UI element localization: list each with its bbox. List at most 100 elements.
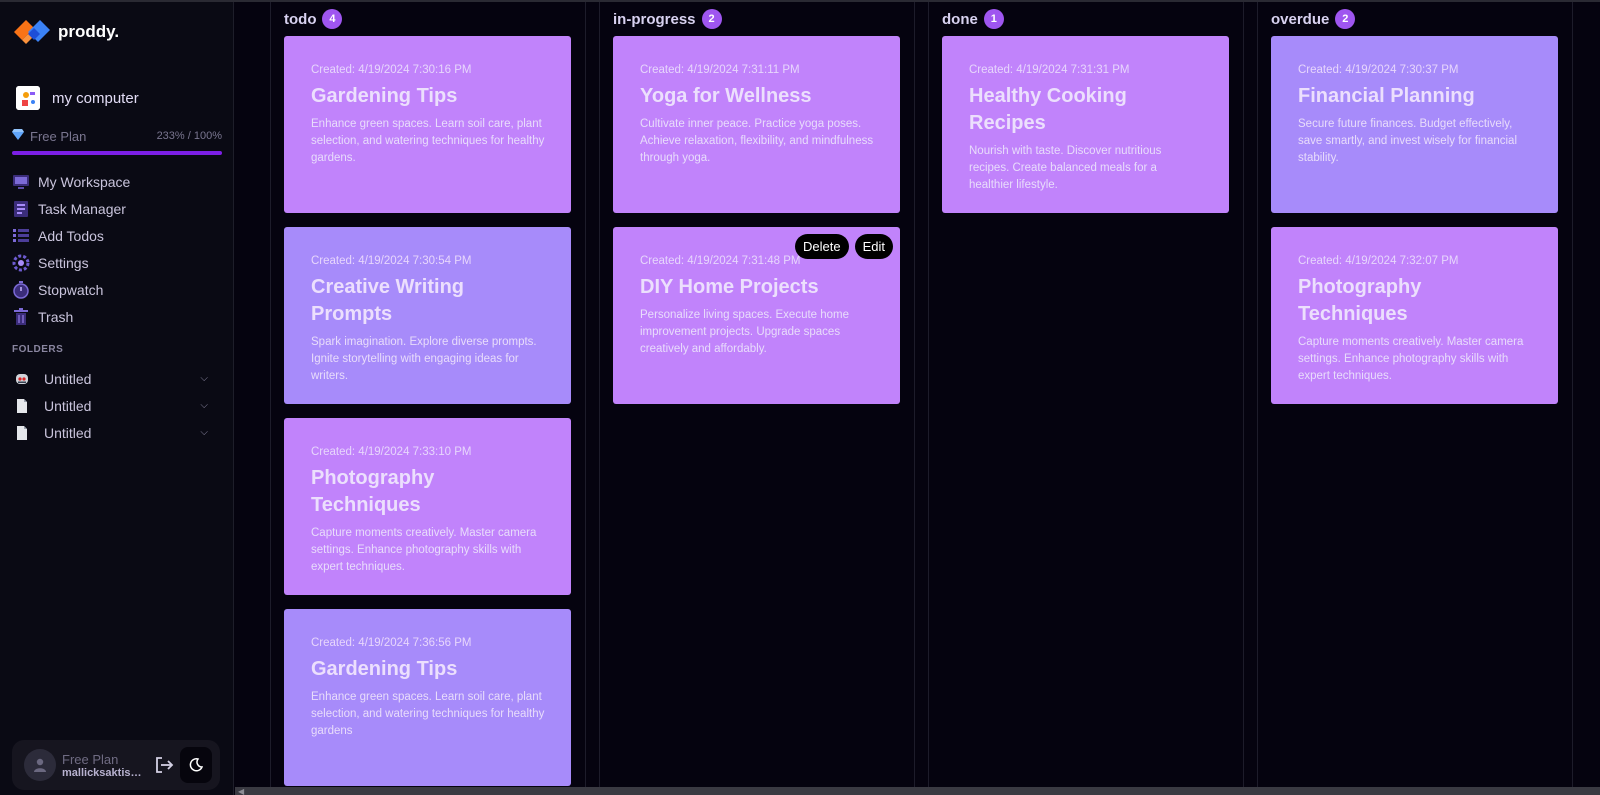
folder-item[interactable]: Untitled ⌵ — [12, 365, 208, 392]
sidebar: proddy. my computer Free Plan 233% / 100… — [0, 2, 234, 795]
proddy-logo-icon — [12, 16, 50, 48]
folder-item[interactable]: Untitled ⌵ — [12, 392, 208, 419]
card-description: Spark imagination. Explore diverse promp… — [311, 336, 537, 382]
card-created-date: Created: 4/19/2024 7:31:11 PM — [640, 64, 800, 76]
brand-logo[interactable]: proddy. — [12, 16, 119, 48]
column-title: todo — [284, 10, 317, 28]
column-count-badge: 1 — [983, 9, 1004, 29]
card-title: Photography Techniques — [1298, 276, 1422, 325]
folder-label: Untitled — [44, 424, 92, 441]
sidebar-item-label: Trash — [38, 308, 74, 325]
column-header: overdue 2 — [1271, 9, 1356, 29]
workspace-switcher[interactable]: my computer — [16, 86, 139, 110]
folders-list: Untitled ⌵ Untitled ⌵ Untitled ⌵ — [12, 365, 208, 446]
sidebar-item-stopwatch[interactable]: Stopwatch — [12, 276, 222, 303]
card-created-date: Created: 4/19/2024 7:33:10 PM — [311, 446, 472, 458]
plan-usage-row: Free Plan 233% / 100% — [12, 127, 222, 145]
kanban-board: todo 4 Created: 4/19/2024 7:30:16 PM Gar… — [235, 2, 1600, 795]
folder-label: Untitled — [44, 370, 92, 387]
add-todos-icon — [12, 227, 30, 245]
card-description: Capture moments creatively. Master camer… — [1298, 336, 1524, 382]
delete-button[interactable]: Delete — [795, 234, 849, 259]
column-divider — [599, 2, 600, 787]
brand-name: proddy. — [58, 22, 120, 41]
sidebar-item-settings[interactable]: Settings — [12, 249, 222, 276]
diamond-icon — [12, 127, 24, 145]
user-avatar-icon[interactable] — [24, 749, 56, 781]
task-card[interactable]: Created: 4/19/2024 7:31:11 PM Yoga for W… — [613, 36, 900, 213]
chevron-down-icon[interactable]: ⌵ — [200, 427, 208, 438]
robot-emoji-icon — [14, 371, 30, 387]
folder-item[interactable]: Untitled ⌵ — [12, 419, 208, 446]
plan-usage-bar-fill — [12, 151, 222, 155]
card-created-date: Created: 4/19/2024 7:30:54 PM — [311, 255, 472, 267]
sidebar-nav: My Workspace Task Manager Add Todos Sett… — [12, 168, 222, 330]
task-card[interactable]: Created: 4/19/2024 7:30:37 PM Financial … — [1271, 36, 1558, 213]
column-title: done — [942, 10, 978, 28]
card-title: Yoga for Wellness — [640, 85, 812, 107]
workspace-icon — [12, 173, 30, 191]
scroll-left-arrow-icon[interactable]: ◀ — [238, 787, 244, 795]
sidebar-item-label: Settings — [38, 254, 89, 271]
document-icon — [14, 425, 30, 441]
card-title: Gardening Tips — [311, 658, 458, 680]
column-title: in-progress — [613, 10, 696, 28]
card-created-date: Created: 4/19/2024 7:36:56 PM — [311, 637, 472, 649]
task-card[interactable]: Created: 4/19/2024 7:33:10 PM Photograph… — [284, 418, 571, 595]
card-actions: Delete Edit — [795, 234, 893, 259]
folders-heading: FOLDERS — [12, 344, 64, 355]
task-card[interactable]: Created: 4/19/2024 7:36:56 PM Gardening … — [284, 609, 571, 786]
sidebar-item-my-workspace[interactable]: My Workspace — [12, 168, 222, 195]
chevron-down-icon[interactable]: ⌵ — [200, 373, 208, 384]
plan-usage-text: 233% / 100% — [156, 130, 222, 142]
card-title: DIY Home Projects — [640, 276, 819, 298]
card-description: Secure future finances. Budget effective… — [1298, 118, 1518, 164]
card-title: Financial Planning — [1298, 85, 1475, 107]
moon-icon[interactable] — [180, 747, 212, 783]
sidebar-item-add-todos[interactable]: Add Todos — [12, 222, 222, 249]
user-email: mallicksaktiswa... — [62, 766, 148, 779]
card-description: Capture moments creatively. Master camer… — [311, 527, 537, 573]
card-title: Healthy Cooking Recipes — [969, 85, 1127, 134]
sidebar-item-label: My Workspace — [38, 173, 131, 190]
settings-icon — [12, 254, 30, 272]
card-title: Gardening Tips — [311, 85, 458, 107]
task-card[interactable]: Created: 4/19/2024 7:30:54 PM Creative W… — [284, 227, 571, 404]
trash-icon — [12, 307, 30, 326]
chevron-down-icon[interactable]: ⌵ — [200, 400, 208, 411]
horizontal-scrollbar[interactable] — [235, 787, 1600, 795]
sidebar-item-label: Task Manager — [38, 200, 126, 217]
logout-icon[interactable] — [152, 753, 176, 777]
column-title: overdue — [1271, 10, 1330, 28]
sidebar-item-task-manager[interactable]: Task Manager — [12, 195, 222, 222]
card-created-date: Created: 4/19/2024 7:30:37 PM — [1298, 64, 1459, 76]
workspace-name: my computer — [52, 89, 139, 107]
sidebar-item-trash[interactable]: Trash — [12, 303, 222, 330]
card-description: Enhance green spaces. Learn soil care, p… — [311, 118, 545, 164]
card-description: Personalize living spaces. Execute home … — [640, 309, 850, 355]
task-card[interactable]: Created: 4/19/2024 7:31:31 PM Healthy Co… — [942, 36, 1229, 213]
card-title: Creative Writing Prompts — [311, 276, 464, 325]
column-header: todo 4 — [284, 9, 343, 29]
sidebar-item-label: Add Todos — [38, 227, 104, 244]
task-card[interactable]: Created: 4/19/2024 7:32:07 PM Photograph… — [1271, 227, 1558, 404]
column-divider — [928, 2, 929, 787]
column-divider — [585, 2, 586, 787]
column-divider — [1572, 2, 1573, 787]
column-count-badge: 4 — [322, 9, 343, 29]
card-created-date: Created: 4/19/2024 7:30:16 PM — [311, 64, 472, 76]
task-card[interactable]: Delete Edit Created: 4/19/2024 7:31:48 P… — [613, 227, 900, 404]
column-divider — [270, 2, 271, 787]
column-divider — [1243, 2, 1244, 787]
task-card[interactable]: Created: 4/19/2024 7:30:16 PM Gardening … — [284, 36, 571, 213]
edit-button[interactable]: Edit — [854, 234, 893, 259]
plan-label: Free Plan — [30, 128, 87, 144]
document-icon — [14, 398, 30, 414]
card-created-date: Created: 4/19/2024 7:31:31 PM — [969, 64, 1130, 76]
folder-label: Untitled — [44, 397, 92, 414]
stopwatch-icon — [12, 280, 30, 299]
column-count-badge: 2 — [1335, 9, 1356, 29]
plan-usage-bar — [12, 151, 222, 155]
column-header: in-progress 2 — [613, 9, 722, 29]
task-manager-icon — [12, 200, 30, 218]
